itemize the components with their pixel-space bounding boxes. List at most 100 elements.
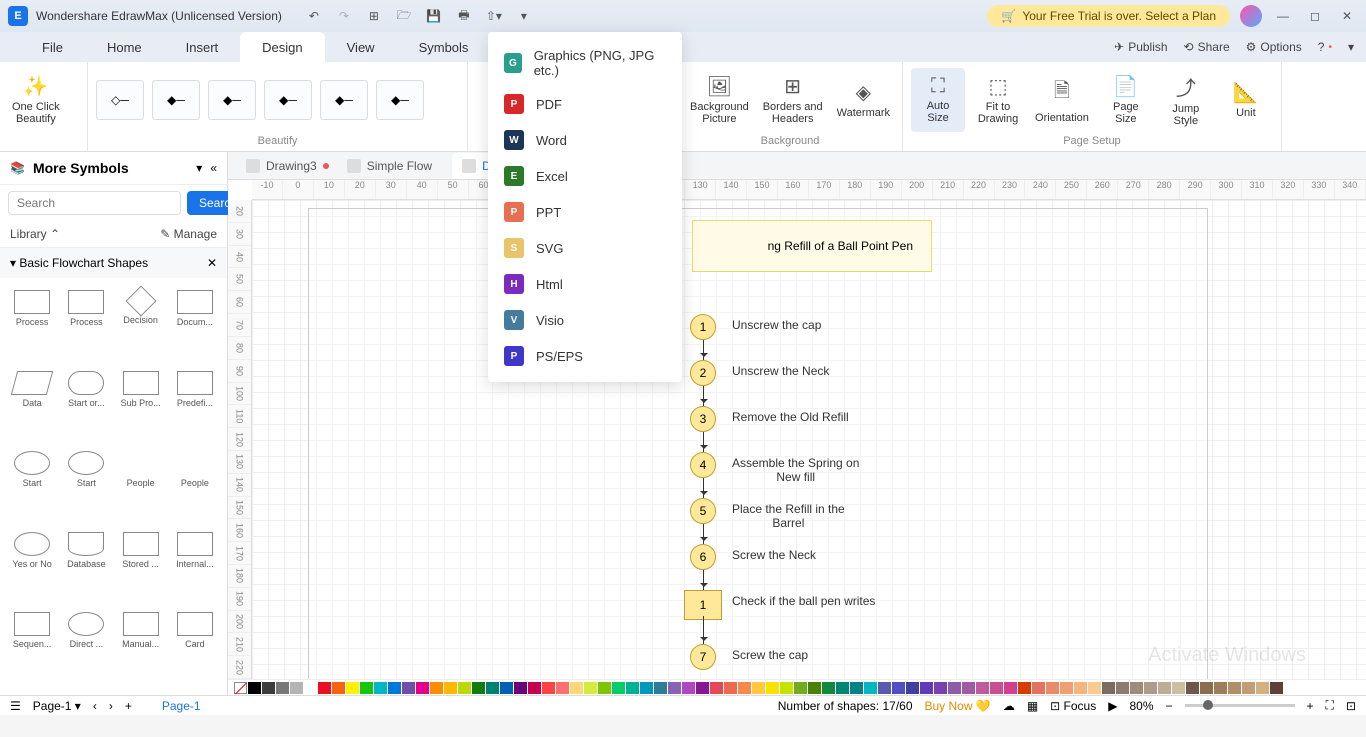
color-swatch-48[interactable]	[920, 682, 933, 694]
flow-text-6[interactable]: Check if the ball pen writes	[732, 594, 875, 608]
color-swatch-57[interactable]	[1046, 682, 1059, 694]
buy-now-button[interactable]: Buy Now 💛	[925, 699, 991, 713]
color-swatch-72[interactable]	[1256, 682, 1269, 694]
flow-step-4[interactable]: 5	[690, 498, 716, 524]
flow-step-1[interactable]: 2	[690, 360, 716, 386]
flow-step-3[interactable]: 4	[690, 452, 716, 478]
cloud-icon[interactable]: ☁	[1003, 699, 1015, 713]
color-swatch-47[interactable]	[906, 682, 919, 694]
color-swatch-17[interactable]	[486, 682, 499, 694]
color-swatch-39[interactable]	[794, 682, 807, 694]
flow-text-0[interactable]: Unscrew the cap	[732, 318, 821, 332]
export-item-1[interactable]: PPDF	[488, 86, 682, 122]
color-swatch-53[interactable]	[990, 682, 1003, 694]
color-swatch-9[interactable]	[374, 682, 387, 694]
color-swatch-59[interactable]	[1074, 682, 1087, 694]
unit-button[interactable]: 📐Unit	[1219, 68, 1273, 132]
color-swatch-32[interactable]	[696, 682, 709, 694]
export-item-5[interactable]: SSVG	[488, 230, 682, 266]
color-swatch-49[interactable]	[934, 682, 947, 694]
color-swatch-46[interactable]	[892, 682, 905, 694]
color-swatch-29[interactable]	[654, 682, 667, 694]
menu-home[interactable]: Home	[85, 32, 164, 62]
color-swatch-25[interactable]	[598, 682, 611, 694]
color-swatch-64[interactable]	[1144, 682, 1157, 694]
shape-10[interactable]: People	[115, 447, 167, 526]
layers-icon[interactable]: ▦	[1027, 699, 1038, 713]
shape-6[interactable]: Sub Pro...	[115, 367, 167, 446]
color-swatch-73[interactable]	[1270, 682, 1283, 694]
export-item-0[interactable]: GGraphics (PNG, JPG etc.)	[488, 40, 682, 86]
color-swatch-67[interactable]	[1186, 682, 1199, 694]
fit-icon[interactable]: ⛶	[1326, 698, 1334, 713]
presentation-icon[interactable]: ▶	[1108, 699, 1117, 713]
flow-text-5[interactable]: Screw the Neck	[732, 548, 816, 562]
shape-12[interactable]: Yes or No	[6, 528, 58, 607]
more-symbols-title[interactable]: More Symbols	[33, 160, 188, 176]
shape-16[interactable]: Sequen...	[6, 608, 58, 687]
color-swatch-60[interactable]	[1088, 682, 1101, 694]
color-swatch-65[interactable]	[1158, 682, 1171, 694]
doc-tab-0[interactable]: Drawing3	[236, 153, 335, 179]
color-swatch-71[interactable]	[1242, 682, 1255, 694]
menu-symbols[interactable]: Symbols	[397, 32, 491, 62]
color-swatch-69[interactable]	[1214, 682, 1227, 694]
color-swatch-20[interactable]	[528, 682, 541, 694]
color-swatch-5[interactable]	[318, 682, 331, 694]
flow-text-7[interactable]: Screw the cap	[732, 648, 808, 662]
color-swatch-24[interactable]	[584, 682, 597, 694]
add-page-icon[interactable]: +	[125, 699, 132, 713]
shape-0[interactable]: Process	[6, 286, 58, 365]
jump-style-button[interactable]: ⤴Jump Style	[1159, 68, 1213, 132]
collapse-ribbon-icon[interactable]: ▾	[1348, 40, 1354, 54]
save-icon[interactable]: 💾	[426, 8, 442, 24]
canvas[interactable]: ng Refill of a Ball Point Pen 1 Unscrew t…	[252, 200, 1366, 679]
shape-14[interactable]: Stored ...	[115, 528, 167, 607]
color-swatch-18[interactable]	[500, 682, 513, 694]
shape-19[interactable]: Card	[169, 608, 221, 687]
color-swatch-58[interactable]	[1060, 682, 1073, 694]
flow-step-5[interactable]: 6	[690, 544, 716, 570]
export-item-3[interactable]: EExcel	[488, 158, 682, 194]
flow-text-1[interactable]: Unscrew the Neck	[732, 364, 829, 378]
flowchart-title-box[interactable]: ng Refill of a Ball Point Pen	[692, 220, 932, 272]
export-item-6[interactable]: HHtml	[488, 266, 682, 302]
color-swatch-50[interactable]	[948, 682, 961, 694]
color-swatch-62[interactable]	[1116, 682, 1129, 694]
export-item-8[interactable]: PPS/EPS	[488, 338, 682, 374]
redo-icon[interactable]: ↷	[336, 8, 352, 24]
color-swatch-38[interactable]	[780, 682, 793, 694]
undo-icon[interactable]: ↶	[306, 8, 322, 24]
zoom-slider[interactable]	[1185, 704, 1295, 707]
flow-step-0[interactable]: 1	[690, 314, 716, 340]
options-button[interactable]: ⚙ Options	[1246, 40, 1302, 54]
shape-4[interactable]: Data	[6, 367, 58, 446]
menu-insert[interactable]: Insert	[164, 32, 241, 62]
color-swatch-23[interactable]	[570, 682, 583, 694]
style-thumb-2[interactable]: ◆─	[152, 80, 200, 120]
shape-13[interactable]: Database	[60, 528, 112, 607]
new-icon[interactable]: ⊞	[366, 8, 382, 24]
color-swatch-44[interactable]	[864, 682, 877, 694]
print-icon[interactable]: 🖶	[456, 8, 472, 24]
color-swatch-34[interactable]	[724, 682, 737, 694]
next-page-icon[interactable]: ›	[109, 699, 113, 713]
color-swatch-11[interactable]	[402, 682, 415, 694]
color-swatch-14[interactable]	[444, 682, 457, 694]
color-swatch-1[interactable]	[262, 682, 275, 694]
minimize-icon[interactable]: —	[1272, 5, 1294, 27]
maximize-icon[interactable]: ◻	[1304, 5, 1326, 27]
color-swatch-0[interactable]	[248, 682, 261, 694]
color-swatch-30[interactable]	[668, 682, 681, 694]
color-swatch-51[interactable]	[962, 682, 975, 694]
menu-design[interactable]: Design	[240, 32, 324, 62]
color-swatch-33[interactable]	[710, 682, 723, 694]
style-thumb-3[interactable]: ◆─	[208, 80, 256, 120]
color-swatch-31[interactable]	[682, 682, 695, 694]
flow-step-7[interactable]: 7	[690, 644, 716, 670]
menu-file[interactable]: File	[20, 32, 85, 62]
close-icon[interactable]: ✕	[1336, 5, 1358, 27]
color-swatch-37[interactable]	[766, 682, 779, 694]
shape-18[interactable]: Manual...	[115, 608, 167, 687]
trial-banner[interactable]: 🛒Your Free Trial is over. Select a Plan	[987, 5, 1230, 27]
